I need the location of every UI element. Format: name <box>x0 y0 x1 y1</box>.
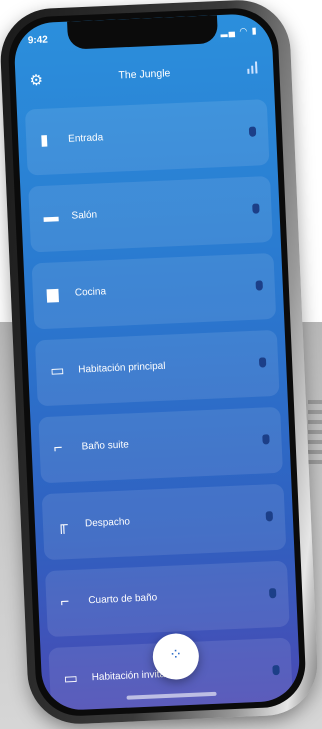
shower-icon: ⌐ <box>53 439 63 457</box>
room-label: Salón <box>71 209 98 222</box>
bed-icon: ▭ <box>63 669 79 688</box>
room-indicator <box>272 665 280 676</box>
door-icon: ▮ <box>39 131 49 149</box>
room-label: Cuarto de baño <box>88 592 158 607</box>
page-title: The Jungle <box>118 67 171 82</box>
phone-bezel: 9:42 ▂▄ ◠ ▮ ⚙ The Jungle ▮ Entrada ▬ Sal… <box>6 6 308 718</box>
room-item-entrada[interactable]: ▮ Entrada <box>24 99 270 176</box>
room-label: Habitación principal <box>78 360 166 376</box>
bar-chart-icon[interactable] <box>247 61 260 74</box>
room-list: ▮ Entrada ▬ Salón ▆ Cocina ▭ Habitación … <box>24 99 294 712</box>
notch <box>67 15 219 50</box>
status-time: 9:42 <box>27 34 49 47</box>
phone-frame: 9:42 ▂▄ ◠ ▮ ⚙ The Jungle ▮ Entrada ▬ Sal… <box>0 0 320 726</box>
room-indicator <box>268 588 277 599</box>
room-indicator <box>248 126 257 137</box>
room-indicator <box>252 203 260 214</box>
room-label: Entrada <box>67 132 104 145</box>
room-item-bano-suite[interactable]: ⌐ Baño suite <box>38 406 283 484</box>
grid-dots-icon: ⁘ <box>168 646 183 664</box>
room-item-despacho[interactable]: ╓ Despacho <box>41 483 287 561</box>
room-item-cuarto-de-bano[interactable]: ⌐ Cuarto de baño <box>45 560 290 638</box>
room-item-cocina[interactable]: ▆ Cocina <box>31 252 277 330</box>
app-header: ⚙ The Jungle <box>15 55 274 100</box>
room-item-habitacion-principal[interactable]: ▭ Habitación principal <box>34 329 280 407</box>
desk-icon: ╓ <box>56 516 69 534</box>
room-item-salon[interactable]: ▬ Salón <box>28 175 273 253</box>
room-label: Baño suite <box>81 439 130 453</box>
room-indicator <box>258 357 267 368</box>
room-indicator <box>255 280 263 291</box>
app-screen: 9:42 ▂▄ ◠ ▮ ⚙ The Jungle ▮ Entrada ▬ Sal… <box>13 12 301 712</box>
shower-icon: ⌐ <box>60 593 70 611</box>
bed-icon: ▭ <box>49 362 65 380</box>
pot-icon: ▆ <box>46 285 59 303</box>
background-stripes <box>308 400 322 480</box>
room-label: Despacho <box>84 516 131 530</box>
room-indicator <box>265 511 274 522</box>
status-icons: ▂▄ ◠ ▮ <box>220 25 258 37</box>
room-indicator <box>262 434 270 445</box>
room-label: Cocina <box>74 286 107 299</box>
sofa-icon: ▬ <box>43 208 59 226</box>
